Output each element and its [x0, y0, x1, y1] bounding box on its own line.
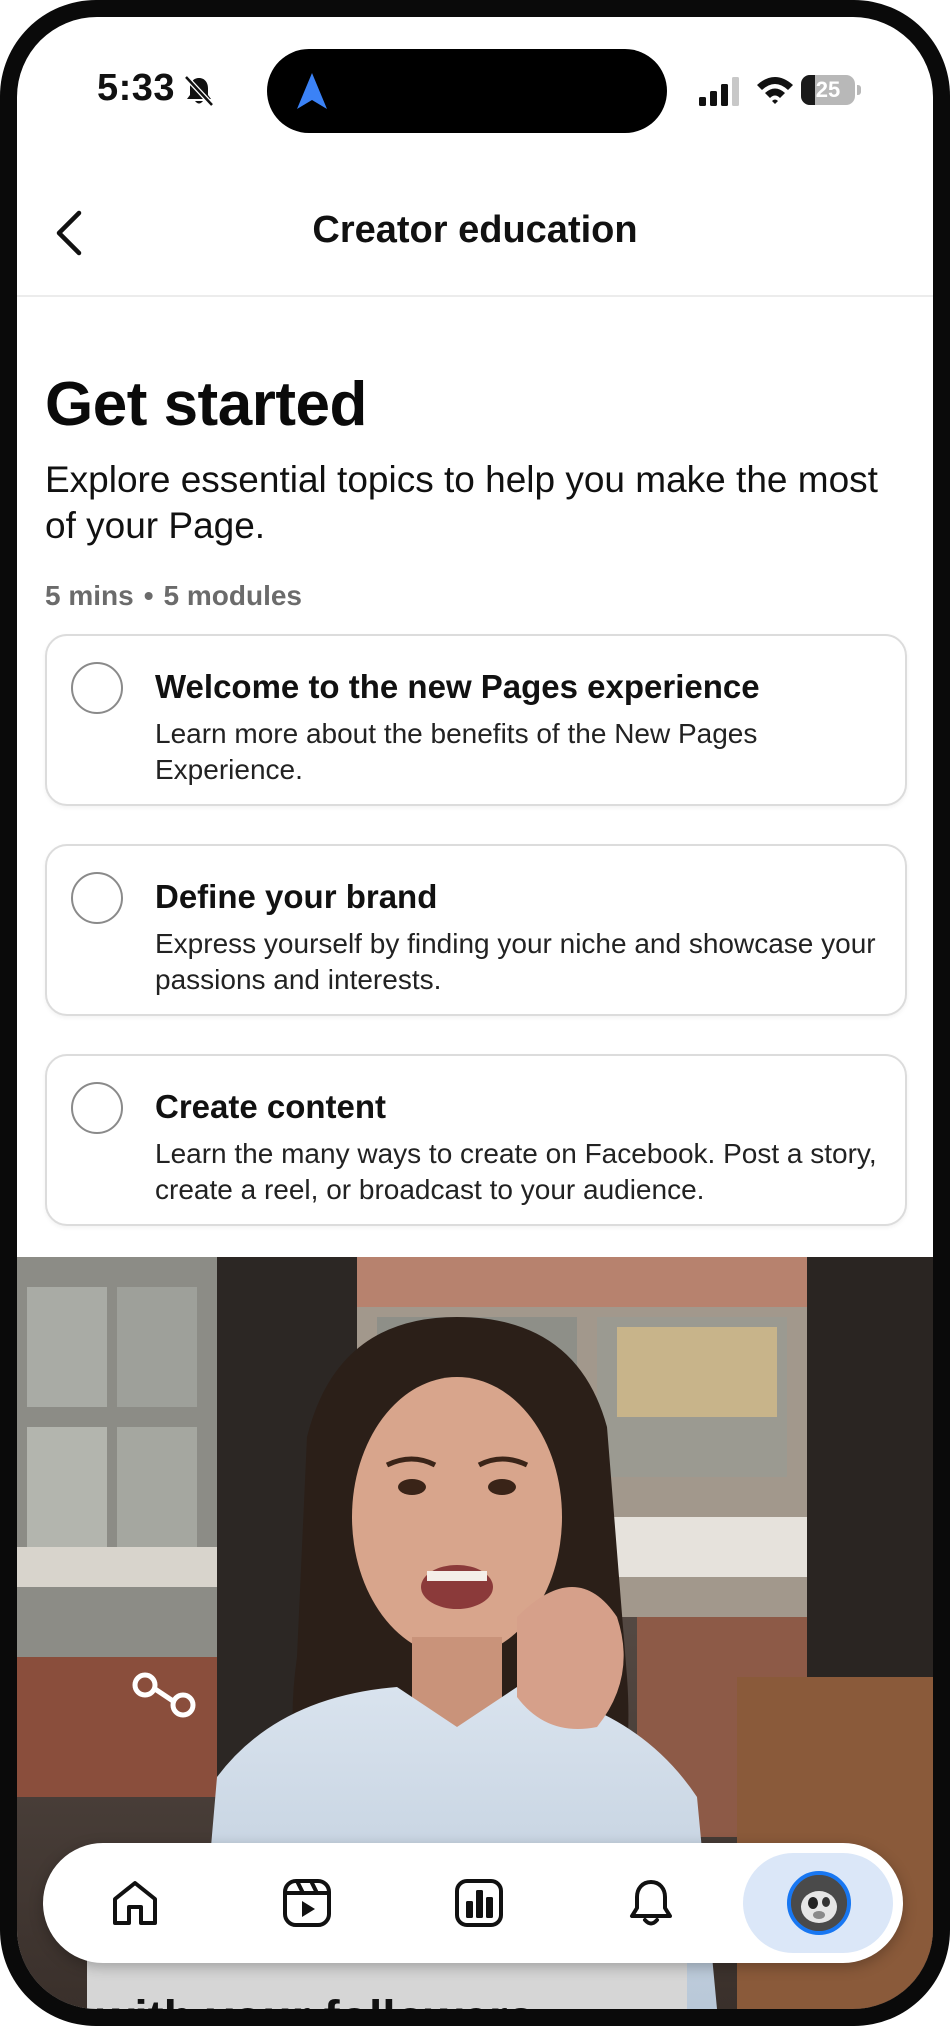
tab-profile[interactable]: [743, 1853, 893, 1953]
module-status-radio[interactable]: [71, 1082, 123, 1134]
bell-mute-icon: [184, 75, 214, 107]
course-meta: 5 mins • 5 modules: [45, 580, 302, 612]
module-description: Learn more about the benefits of the New…: [155, 718, 758, 785]
module-description: Learn the many ways to create on Faceboo…: [155, 1138, 877, 1205]
section-description: Explore essential topics to help you mak…: [45, 459, 878, 546]
module-card-define-brand[interactable]: Define your brand Express yourself by fi…: [45, 844, 907, 1016]
video-caption-text: with your followers: [97, 1991, 534, 2009]
module-title: Create content: [155, 1088, 387, 1125]
phone-frame: 5:33 25 Creator education Get started Ex…: [0, 0, 950, 2026]
status-time: 5:33: [97, 67, 176, 109]
wifi-icon: [757, 77, 793, 104]
module-status-radio[interactable]: [71, 872, 123, 924]
meta-separator: •: [143, 580, 154, 611]
module-card-welcome[interactable]: Welcome to the new Pages experience Lear…: [45, 634, 907, 806]
battery-percent: 25: [815, 77, 841, 102]
screen: 5:33 25 Creator education Get started Ex…: [17, 17, 933, 2009]
avatar-image: [791, 1875, 847, 1931]
course-duration: 5 mins: [45, 580, 134, 611]
status-bar: 5:33 25: [17, 17, 933, 147]
course-module-count: 5 modules: [163, 580, 302, 611]
section-heading: Get started: [45, 370, 367, 439]
top-navigation-bar: Creator education: [17, 167, 933, 297]
tab-reels[interactable]: [267, 1863, 347, 1943]
module-card-create-content[interactable]: Create content Learn the many ways to cr…: [45, 1054, 907, 1226]
reels-icon: [283, 1879, 331, 1927]
notifications-icon: [630, 1880, 672, 1926]
insights-icon: [455, 1879, 503, 1927]
module-title: Welcome to the new Pages experience: [155, 668, 760, 705]
bottom-tab-bar: [43, 1843, 903, 1963]
tab-home[interactable]: [95, 1863, 175, 1943]
page-title: Creator education: [312, 209, 638, 251]
module-status-radio[interactable]: [71, 662, 123, 714]
tab-insights[interactable]: [439, 1863, 519, 1943]
signal-icon: [699, 77, 739, 106]
battery-icon: 25: [801, 75, 863, 105]
profile-avatar: [787, 1871, 851, 1935]
module-title: Define your brand: [155, 878, 438, 915]
tab-notifications[interactable]: [611, 1863, 691, 1943]
location-arrow-icon: [297, 73, 327, 109]
module-description: Express yourself by finding your niche a…: [155, 928, 876, 995]
home-icon: [113, 1881, 157, 1925]
